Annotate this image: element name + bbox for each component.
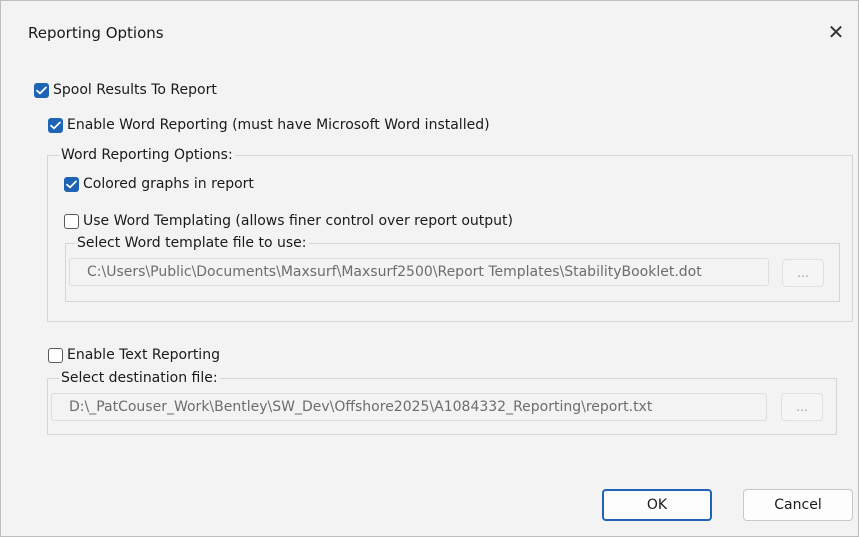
enable-text-reporting-checkbox[interactable]: Enable Text Reporting <box>48 347 220 363</box>
checkbox-box[interactable] <box>48 347 63 363</box>
destination-path-field[interactable]: D:\_PatCouser_Work\Bentley\SW_Dev\Offsho… <box>51 393 767 421</box>
checkbox-box[interactable] <box>64 213 79 229</box>
spool-results-label: Spool Results To Report <box>53 82 217 98</box>
destination-file-label: Select destination file: <box>59 370 220 386</box>
close-icon: ✕ <box>827 20 845 44</box>
spool-results-checkbox[interactable]: Spool Results To Report <box>34 82 217 98</box>
check-icon[interactable] <box>48 117 63 133</box>
title-bar: Reporting Options ✕ <box>1 1 858 63</box>
check-icon[interactable] <box>34 82 49 98</box>
dialog-title: Reporting Options <box>28 24 164 42</box>
word-reporting-options-label: Word Reporting Options: <box>59 147 235 163</box>
reporting-options-dialog: Reporting Options ✕ Spool Results To Rep… <box>0 0 859 537</box>
check-icon[interactable] <box>64 176 79 192</box>
destination-browse-button[interactable]: ... <box>781 393 823 421</box>
ok-button[interactable]: OK <box>602 489 712 521</box>
close-button[interactable]: ✕ <box>820 17 852 47</box>
use-word-templating-label: Use Word Templating (allows finer contro… <box>83 213 513 229</box>
enable-word-reporting-checkbox[interactable]: Enable Word Reporting (must have Microso… <box>48 117 490 133</box>
template-path-field[interactable]: C:\Users\Public\Documents\Maxsurf\Maxsur… <box>69 258 769 286</box>
template-browse-button[interactable]: ... <box>782 259 824 287</box>
colored-graphs-label: Colored graphs in report <box>83 176 254 192</box>
colored-graphs-checkbox[interactable]: Colored graphs in report <box>64 176 254 192</box>
cancel-button[interactable]: Cancel <box>743 489 853 521</box>
enable-word-reporting-label: Enable Word Reporting (must have Microso… <box>67 117 490 133</box>
enable-text-reporting-label: Enable Text Reporting <box>67 347 220 363</box>
template-file-label: Select Word template file to use: <box>75 235 309 251</box>
use-word-templating-checkbox[interactable]: Use Word Templating (allows finer contro… <box>64 213 513 229</box>
